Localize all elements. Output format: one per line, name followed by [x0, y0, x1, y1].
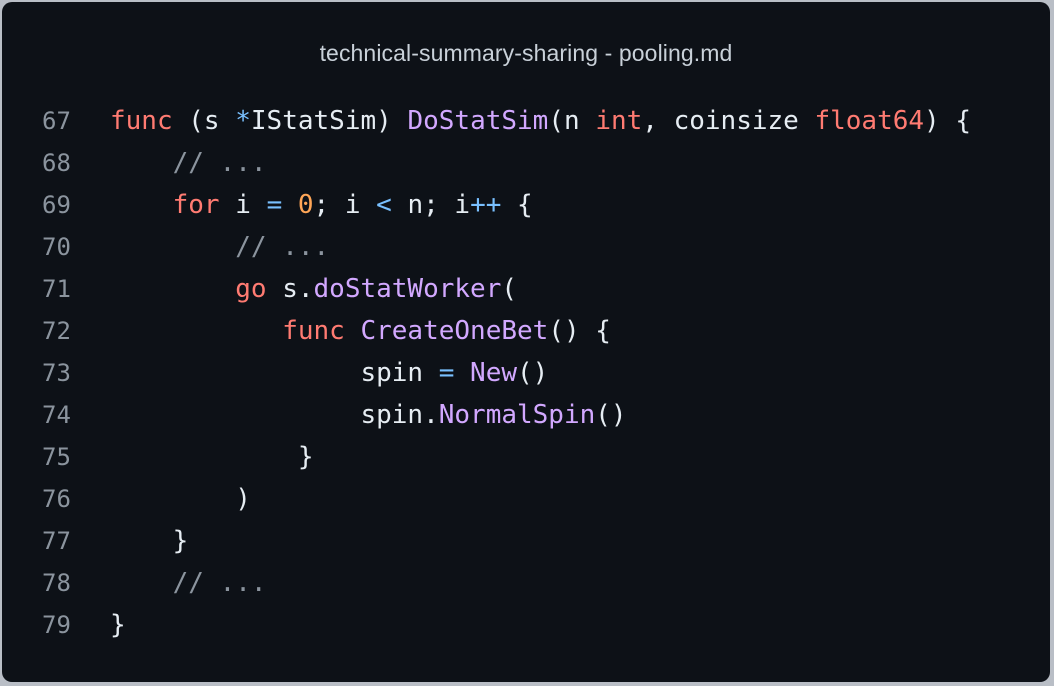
code-text: // ...	[110, 562, 267, 604]
code-token: func	[282, 316, 345, 346]
code-token: }	[110, 610, 126, 640]
code-text: // ...	[110, 142, 267, 184]
code-token: spin.	[110, 400, 439, 430]
code-text: func (s *IStatSim) DoStatSim(n int, coin…	[110, 100, 971, 142]
code-token: // ...	[235, 232, 330, 262]
code-text: }	[110, 436, 314, 478]
code-token: =	[438, 358, 455, 388]
code-token: DoStatSim	[407, 106, 549, 136]
code-token: // ...	[172, 148, 267, 178]
code-token: ; i	[313, 190, 377, 220]
code-token: NormalSpin	[438, 400, 596, 430]
code-token: n; i	[391, 190, 471, 220]
code-text: spin = New()	[110, 352, 548, 394]
code-token: func	[110, 106, 173, 136]
line-number: 74	[42, 401, 71, 429]
code-token: New	[470, 358, 518, 388]
line-number: 68	[42, 149, 71, 177]
code-token: spin	[110, 358, 439, 388]
line-number: 75	[42, 443, 71, 471]
code-token: }	[110, 442, 314, 472]
code-token: ++	[470, 190, 502, 220]
line-number: 71	[42, 275, 71, 303]
code-window: technical-summary-sharing - pooling.md 6…	[2, 2, 1050, 682]
code-token: (n	[548, 106, 596, 136]
line-number: 70	[42, 233, 71, 261]
code-token: *	[235, 106, 251, 136]
code-token: (s	[172, 106, 236, 136]
code-text: // ...	[110, 226, 329, 268]
code-token: () {	[548, 316, 611, 346]
line-number: 79	[42, 611, 71, 639]
code-text: }	[110, 604, 126, 646]
code-token: i	[219, 190, 267, 220]
code-text: go s.doStatWorker(	[110, 268, 517, 310]
code-token: ()	[595, 400, 627, 430]
code-text: )	[110, 478, 251, 520]
line-number: 78	[42, 569, 71, 597]
code-token: CreateOneBet	[360, 316, 549, 346]
code-token: s.	[266, 274, 314, 304]
line-number: 77	[42, 527, 71, 555]
code-token: // ...	[172, 568, 267, 598]
code-token: go	[235, 274, 267, 304]
code-token: ()	[517, 358, 549, 388]
code-token: =	[266, 190, 283, 220]
code-token: {	[501, 190, 533, 220]
line-number: 73	[42, 359, 71, 387]
code-token: , coinsize	[642, 106, 815, 136]
code-token: 0	[297, 190, 314, 220]
code-token: (	[501, 274, 518, 304]
window-title: technical-summary-sharing - pooling.md	[319, 40, 733, 66]
line-number: 69	[42, 191, 71, 219]
code-token: IStatSim)	[250, 106, 408, 136]
line-number: 72	[42, 317, 71, 345]
line-number: 76	[42, 485, 71, 513]
code-token: doStatWorker	[313, 274, 502, 304]
code-token: int	[595, 106, 643, 136]
code-text: for i = 0; i < n; i++ {	[110, 184, 533, 226]
line-number: 67	[42, 107, 71, 135]
code-text: func CreateOneBet() {	[110, 310, 611, 352]
code-token: ) {	[924, 106, 972, 136]
code-token: }	[110, 526, 189, 556]
code-text: spin.NormalSpin()	[110, 394, 627, 436]
code-text: }	[110, 520, 189, 562]
code-token: )	[110, 484, 251, 514]
code-token: <	[376, 190, 392, 220]
code-token: float64	[814, 106, 925, 136]
code-token: for	[172, 190, 220, 220]
